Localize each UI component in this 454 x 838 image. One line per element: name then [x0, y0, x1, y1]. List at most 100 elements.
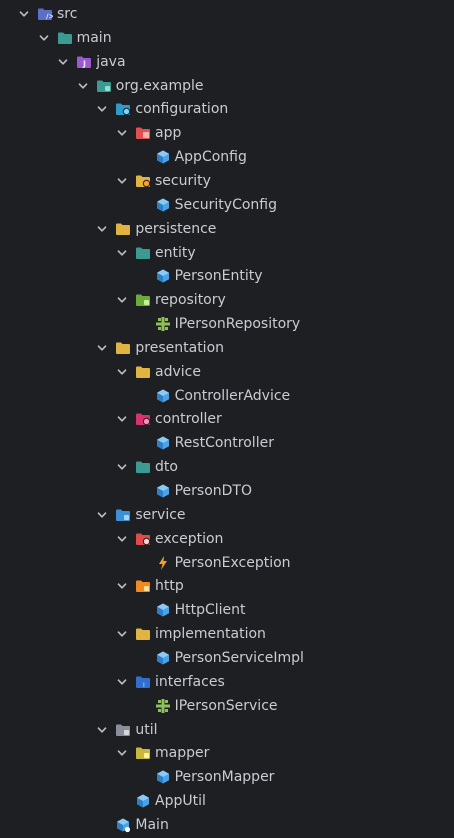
tree-node-label: PersonServiceImpl	[174, 649, 304, 666]
util-folder-icon	[115, 722, 131, 738]
tree-node-label: IPersonRepository	[174, 316, 301, 333]
tree-node-label: RestController	[174, 435, 274, 452]
chevron-down-icon[interactable]	[17, 7, 31, 21]
chevron-down-icon[interactable]	[115, 746, 129, 760]
tree-node-main[interactable]: Main	[95, 813, 169, 837]
tree-node-configuration[interactable]: configuration	[95, 97, 228, 121]
tree-node-src[interactable]: /> src	[17, 2, 77, 26]
chevron-down-icon[interactable]	[95, 341, 109, 355]
tree-node-persistence[interactable]: persistence	[95, 217, 216, 241]
tree-node-label: PersonEntity	[174, 268, 263, 285]
tree-node-iperson-repository[interactable]: IPersonRepository	[135, 312, 301, 336]
java-class-icon	[155, 197, 171, 213]
tree-node-label: SecurityConfig	[174, 196, 278, 213]
chevron-down-icon[interactable]	[115, 293, 129, 307]
teal-folder-icon	[135, 245, 151, 261]
tree-node-person-entity[interactable]: PersonEntity	[135, 264, 263, 288]
tree-node-label: PersonDTO	[174, 483, 252, 499]
tree-node-label: repository	[155, 292, 226, 309]
tree-node-http[interactable]: http	[115, 574, 184, 598]
chevron-down-icon[interactable]	[115, 532, 129, 546]
yellow-folder-icon	[115, 221, 131, 237]
tree-node-label: exception	[155, 530, 224, 547]
chevron-down-icon[interactable]	[95, 723, 109, 737]
chevron-down-icon[interactable]	[115, 675, 129, 689]
tree-node-implementation[interactable]: implementation	[115, 622, 266, 646]
tree-node-label: http	[155, 578, 184, 595]
mapper-folder-icon	[135, 745, 151, 761]
svg-text:I: I	[143, 682, 145, 689]
controller-package-icon	[135, 411, 151, 427]
tree-node-label: PersonException	[174, 554, 291, 571]
tree-node-label: app	[155, 125, 182, 142]
tree-node-person-mapper[interactable]: PersonMapper	[135, 765, 275, 789]
tree-node-controller-advice[interactable]: ControllerAdvice	[135, 384, 291, 408]
tree-node-app-util[interactable]: AppUtil	[115, 789, 206, 813]
chevron-down-icon[interactable]	[115, 126, 129, 140]
tree-node-repository[interactable]: repository	[115, 288, 226, 312]
tree-node-label: entity	[155, 244, 196, 261]
tree-node-label: IPersonService	[174, 697, 278, 714]
java-source-folder-icon: J	[76, 54, 92, 70]
tree-node-person-service-impl[interactable]: PersonServiceImpl	[135, 646, 304, 670]
chevron-down-icon[interactable]	[95, 222, 109, 236]
java-class-icon	[155, 650, 171, 666]
tree-node-label: implementation	[155, 626, 266, 643]
tree-node-label: java	[96, 53, 126, 70]
teal-folder-icon	[135, 459, 151, 475]
tree-node-rest-controller[interactable]: RestController	[135, 431, 274, 455]
java-class-icon	[155, 769, 171, 785]
chevron-down-icon[interactable]	[95, 508, 109, 522]
tree-node-entity[interactable]: entity	[115, 241, 196, 265]
tree-node-service[interactable]: service	[95, 503, 186, 527]
tree-node-presentation[interactable]: presentation	[95, 336, 224, 360]
tree-node-app-config[interactable]: AppConfig	[135, 145, 247, 169]
chevron-down-icon[interactable]	[115, 460, 129, 474]
tree-node-util[interactable]: util	[95, 718, 158, 742]
chevron-down-icon[interactable]	[56, 55, 70, 69]
chevron-down-icon[interactable]	[115, 246, 129, 260]
tree-node-person-dto[interactable]: PersonDTO	[135, 479, 252, 503]
chevron-down-icon[interactable]	[76, 79, 90, 93]
chevron-down-icon[interactable]	[115, 412, 129, 426]
tree-node-security[interactable]: security	[115, 169, 211, 193]
java-class-icon	[155, 483, 171, 499]
tree-node-person-exception[interactable]: PersonException	[135, 551, 291, 575]
chevron-down-icon[interactable]	[115, 627, 129, 641]
java-class-icon	[135, 793, 151, 809]
tree-node-controller[interactable]: controller	[115, 407, 222, 431]
package-icon	[96, 78, 112, 94]
tree-node-label: org.example	[115, 77, 204, 94]
tree-node-label: AppConfig	[174, 149, 247, 166]
tree-node-exception[interactable]: exception	[115, 527, 223, 551]
tree-node-label: service	[135, 506, 186, 523]
tree-node-label: util	[135, 721, 158, 738]
interfaces-package-icon: I	[135, 674, 151, 690]
tree-node-label: dto	[155, 459, 178, 476]
tree-node-mapper[interactable]: mapper	[115, 741, 209, 765]
tree-node-security-config[interactable]: SecurityConfig	[135, 193, 277, 217]
java-class-icon	[155, 149, 171, 165]
chevron-down-icon[interactable]	[115, 174, 129, 188]
http-package-icon	[135, 578, 151, 594]
tree-node-iperson-service[interactable]: IPersonService	[135, 694, 278, 718]
app-package-icon	[135, 125, 151, 141]
security-package-icon	[135, 173, 151, 189]
tree-node-http-client[interactable]: HttpClient	[135, 598, 246, 622]
tree-node-dto[interactable]: dto	[115, 455, 178, 479]
tree-node-interfaces[interactable]: Iinterfaces	[115, 670, 225, 694]
tree-node-label: ControllerAdvice	[174, 387, 291, 404]
chevron-down-icon[interactable]	[115, 365, 129, 379]
tree-node-org-example[interactable]: org.example	[76, 74, 204, 98]
tree-node-label: PersonMapper	[174, 769, 275, 786]
tree-node-java[interactable]: Jjava	[56, 50, 126, 74]
exception-package-icon	[135, 531, 151, 547]
tree-node-app[interactable]: app	[115, 121, 181, 145]
chevron-down-icon[interactable]	[95, 102, 109, 116]
chevron-down-icon[interactable]	[115, 579, 129, 593]
tree-node-advice[interactable]: advice	[115, 360, 201, 384]
tree-node-main[interactable]: main	[37, 26, 112, 50]
tree-node-label: src	[57, 6, 78, 22]
tree-node-label: interfaces	[155, 673, 225, 690]
chevron-down-icon[interactable]	[37, 31, 51, 45]
